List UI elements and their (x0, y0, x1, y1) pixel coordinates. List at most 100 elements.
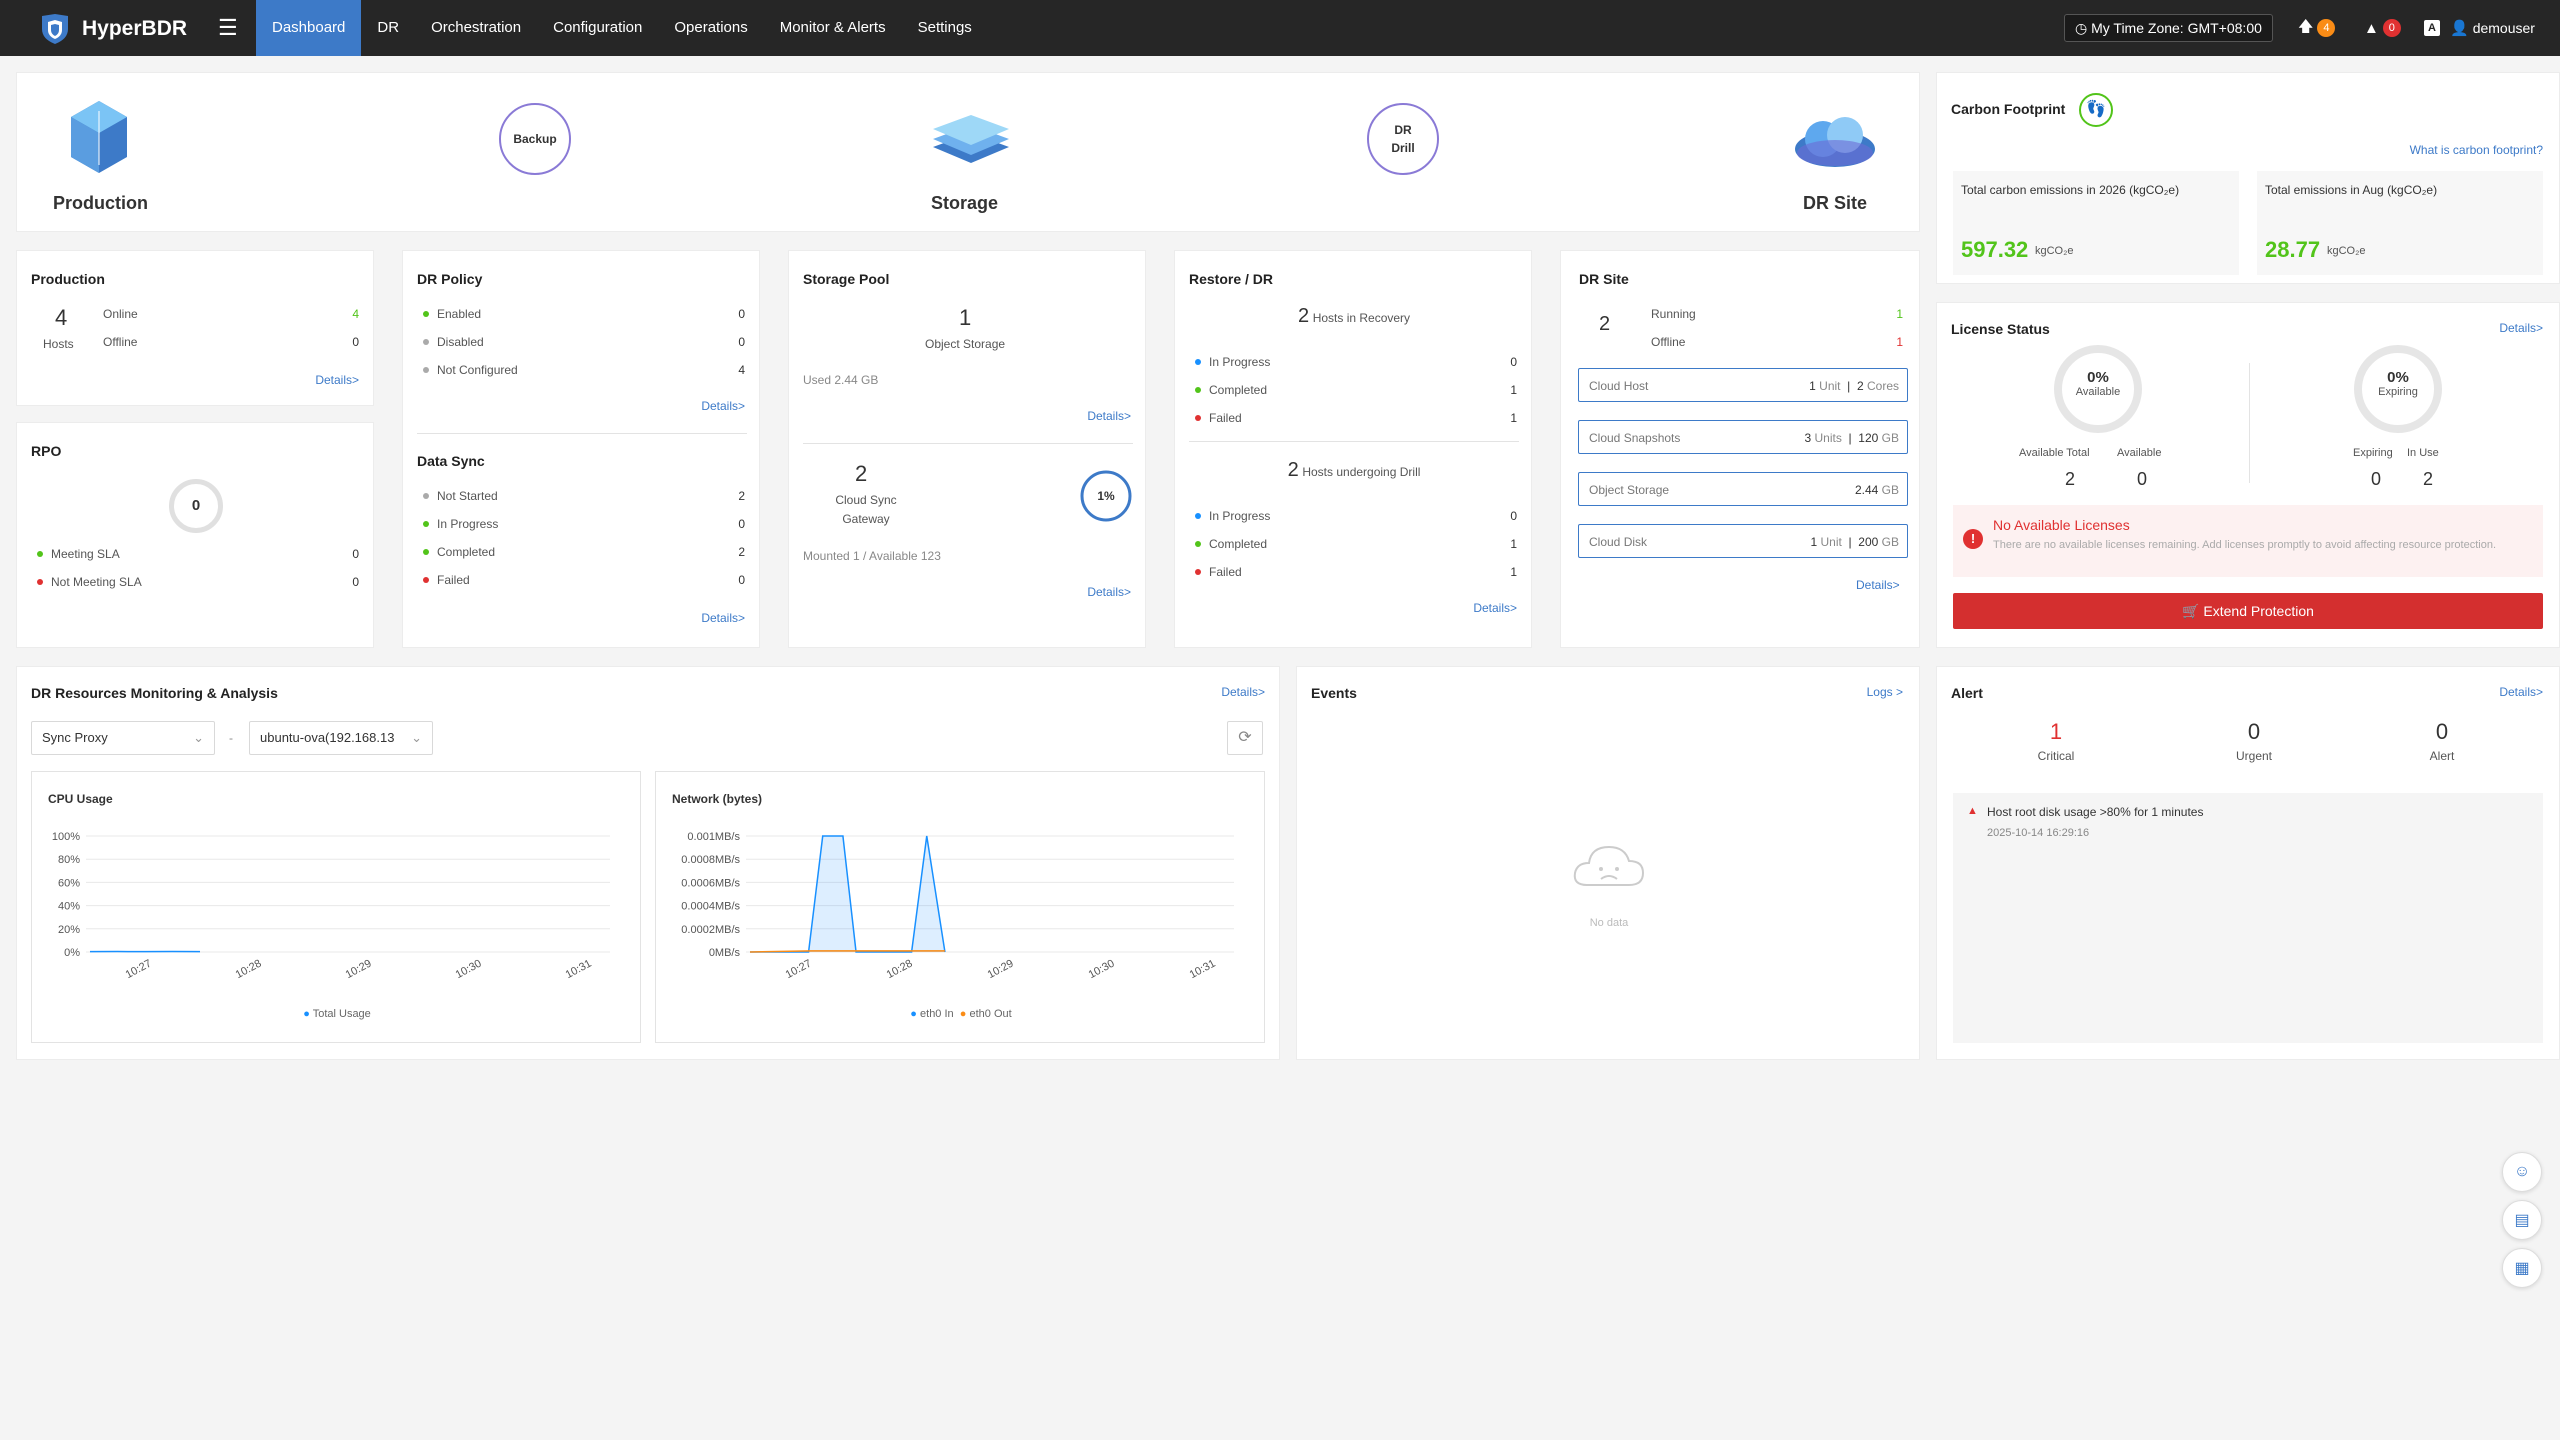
disk-size: 200 (1858, 535, 1879, 549)
snapshots-size: 120 (1858, 431, 1879, 445)
object-storage-box[interactable]: Object Storage 2.44 GB (1578, 472, 1908, 506)
data-sync-title: Data Sync (417, 453, 485, 469)
object-storage-label: Object Storage (925, 337, 1006, 351)
y-tick-label: 0MB/s (709, 947, 741, 959)
flow-dr-drill-circle[interactable]: DR Drill (1367, 103, 1439, 175)
refresh-icon[interactable]: ⟳ (1227, 721, 1263, 755)
available-pct: 0% (2087, 369, 2109, 386)
nav-dashboard[interactable]: Dashboard (256, 0, 362, 56)
footprint-icon: 👣 (2079, 93, 2113, 127)
y-tick-label: 0.0008MB/s (681, 854, 740, 866)
nav-configuration[interactable]: Configuration (537, 0, 658, 56)
alert-item-time: 2025-10-14 16:29:16 (1987, 827, 2090, 839)
cloud-disk-box[interactable]: Cloud Disk 1 Unit | 200 GB (1578, 524, 1908, 558)
gateway-details-link[interactable]: Details> (1087, 585, 1131, 599)
restore-details-link[interactable]: Details> (1473, 601, 1517, 615)
not-started-label: Not Started (437, 489, 498, 503)
y-tick-label: 0.0006MB/s (681, 877, 740, 889)
not-configured-value: 4 (738, 363, 745, 377)
critical-stat[interactable]: 1 Critical (2001, 719, 2111, 763)
recovery-summary: 2 Hosts in Recovery (1175, 305, 1533, 328)
nav-monitor-alerts[interactable]: Monitor & Alerts (764, 0, 902, 56)
menu-toggle-icon[interactable]: ☰ (218, 17, 238, 39)
critical-label: Critical (2037, 749, 2075, 763)
upload-notifications[interactable]: 🡅 4 (2298, 16, 2336, 40)
user-menu[interactable]: 👤 demouser (2450, 16, 2535, 40)
carbon-help-link[interactable]: What is carbon footprint? (2410, 143, 2543, 157)
error-icon: ! (1963, 529, 1983, 549)
cloud-host-value: 1 Unit | 2 Cores (1809, 379, 1899, 393)
series-area (750, 836, 945, 952)
carbon-month-unit: kgCO₂e (2327, 245, 2366, 257)
nav-operations[interactable]: Operations (658, 0, 763, 56)
disk-unit-label: Unit (1820, 535, 1842, 549)
alert-details-link[interactable]: Details> (2499, 685, 2543, 699)
dr-policy-details-link[interactable]: Details> (701, 399, 745, 413)
cloud-host-cores-label: Cores (1866, 379, 1899, 393)
monitoring-title: DR Resources Monitoring & Analysis (31, 685, 278, 701)
y-tick-label: 40% (58, 901, 80, 913)
drill-label: Hosts undergoing Drill (1302, 465, 1421, 479)
sync-failed-value: 0 (738, 573, 745, 587)
clipboard-icon[interactable]: ▦ (2502, 1248, 2542, 1288)
sync-failed-label: Failed (437, 573, 470, 587)
storage-details-link[interactable]: Details> (1087, 409, 1131, 423)
offline-label: Offline (103, 335, 138, 349)
nav-dr[interactable]: DR (361, 0, 415, 56)
no-data-label: No data (1589, 917, 1629, 929)
production-icon (71, 101, 127, 173)
y-tick-label: 60% (58, 877, 80, 889)
y-tick-label: 0.0004MB/s (681, 901, 740, 913)
d-in-progress-label: In Progress (1209, 509, 1271, 523)
logs-link[interactable]: Logs > (1867, 685, 1903, 699)
cpu-chart-panel: CPU Usage 100% 80% 60% 40% 20% 0% 10:27 10:28 10… (31, 771, 641, 1043)
disk-units: 1 (1810, 535, 1818, 549)
divider (2249, 363, 2250, 483)
host-select[interactable]: ubuntu-ova(192.168.13 ⌄ (249, 721, 433, 755)
assistant-icon[interactable]: ☺ (2502, 1152, 2542, 1192)
urgent-stat[interactable]: 0 Urgent (2199, 719, 2309, 763)
carbon-month-box: Total emissions in Aug (kgCO₂e) 28.77 kg… (2257, 171, 2543, 275)
legend-total-usage: Total Usage (312, 1008, 371, 1020)
cloud-icon (1795, 117, 1875, 167)
nav-settings[interactable]: Settings (902, 0, 988, 56)
alert-item-text[interactable]: Host root disk usage >80% for 1 minutes (1987, 805, 2203, 819)
no-license-warning: ! No Available Licenses There are no ava… (1953, 505, 2543, 577)
drill-count: 2 (1287, 459, 1299, 481)
book-icon[interactable]: ▤ (2502, 1200, 2542, 1240)
extend-protection-button[interactable]: 🛒 Extend Protection (1953, 593, 2543, 629)
alert-notifications[interactable]: ▲ 0 (2364, 16, 2401, 40)
production-details-link[interactable]: Details> (315, 373, 359, 387)
production-hosts-count: 4 (55, 305, 68, 330)
resource-type-select[interactable]: Sync Proxy ⌄ (31, 721, 215, 755)
snapshots-label: Cloud Snapshots (1589, 431, 1681, 445)
shield-logo-icon (42, 14, 68, 44)
sync-completed-dot (423, 549, 429, 555)
monitoring-details-link[interactable]: Details> (1221, 685, 1265, 699)
resource-type-value: Sync Proxy (42, 730, 108, 745)
expiring-pct: 0% (2387, 369, 2409, 386)
language-icon[interactable]: A (2424, 16, 2440, 40)
network-legend: ● eth0 In ● eth0 Out (656, 1008, 1266, 1020)
offline-value: 0 (352, 335, 359, 349)
gateway-usage-percent: 1% (1097, 489, 1115, 503)
dr-site-details-link[interactable]: Details> (1856, 578, 1900, 592)
production-card: Production 4 Hosts Online 4 Offline 0 De… (16, 250, 374, 406)
cloud-host-box[interactable]: Cloud Host 1 Unit | 2 Cores (1578, 368, 1908, 402)
flow-backup-circle[interactable]: Backup (499, 103, 571, 175)
logo[interactable]: HyperBDR (38, 13, 187, 45)
legend-eth0-in: eth0 In (920, 1008, 954, 1020)
legend-dot: ● (910, 1008, 917, 1020)
nav-orchestration[interactable]: Orchestration (415, 0, 537, 56)
enabled-label: Enabled (437, 307, 482, 321)
license-details-link[interactable]: Details> (2499, 321, 2543, 335)
user-icon: 👤 (2450, 20, 2469, 37)
alert-badge: 0 (2382, 19, 2401, 37)
running-value: 1 (1896, 307, 1903, 321)
select-separator: - (229, 731, 233, 745)
data-sync-details-link[interactable]: Details> (701, 611, 745, 625)
y-tick-label: 100% (52, 831, 80, 843)
timezone-button[interactable]: ◷ My Time Zone: GMT+08:00 (2064, 14, 2273, 42)
alert-stat[interactable]: 0 Alert (2387, 719, 2497, 763)
cloud-snapshots-box[interactable]: Cloud Snapshots 3 Units | 120 GB (1578, 420, 1908, 454)
